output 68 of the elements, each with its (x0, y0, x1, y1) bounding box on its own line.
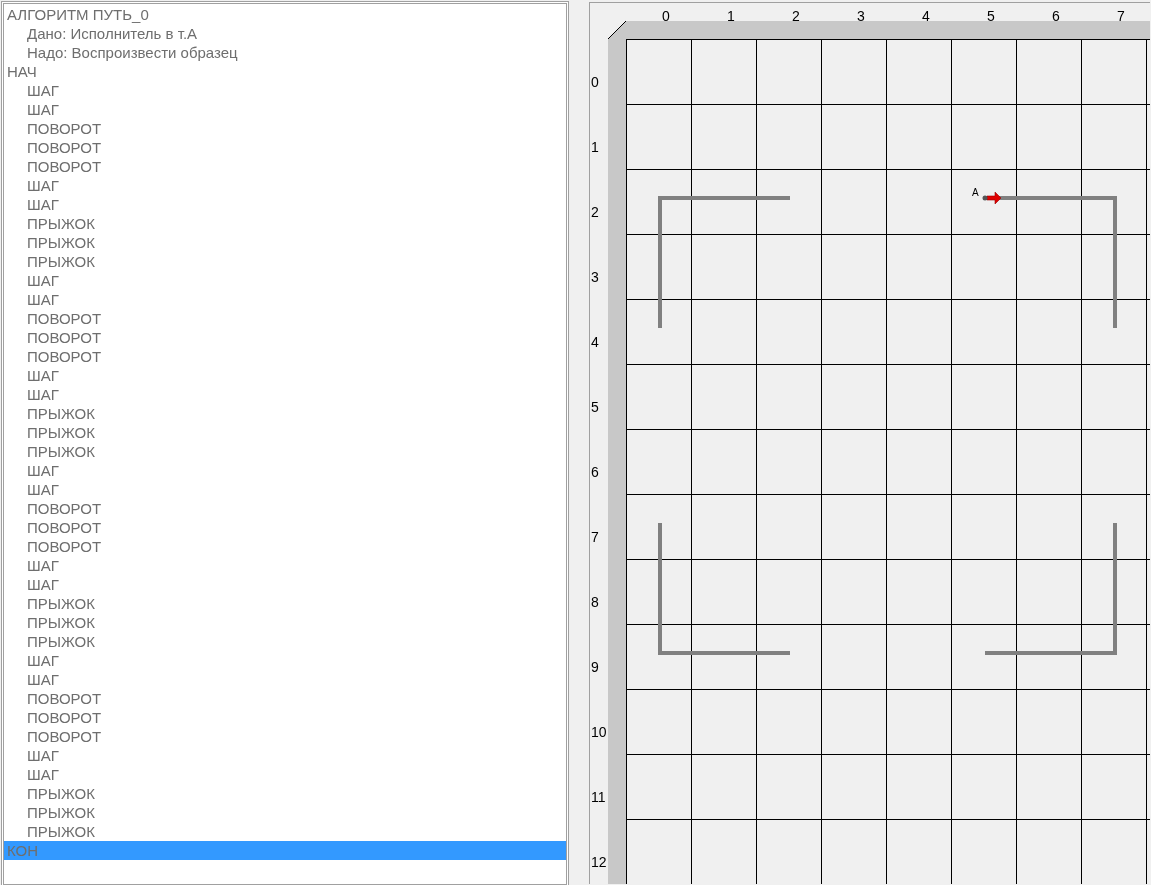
code-line[interactable]: ШАГ (4, 176, 566, 195)
row-number: 7 (591, 529, 599, 545)
code-line[interactable]: Надо: Воспроизвести образец (4, 43, 566, 62)
executor-dot (982, 195, 988, 201)
column-number: 3 (857, 8, 865, 24)
row-number: 2 (591, 204, 599, 220)
code-line[interactable]: ШАГ (4, 385, 566, 404)
code-line[interactable]: ШАГ (4, 81, 566, 100)
code-line[interactable]: ШАГ (4, 765, 566, 784)
code-line[interactable]: ПРЫЖОК (4, 442, 566, 461)
code-line[interactable]: ШАГ (4, 670, 566, 689)
code-line[interactable]: ПРЫЖОК (4, 632, 566, 651)
executor-label: А (972, 187, 979, 198)
code-line[interactable]: ПОВОРОТ (4, 537, 566, 556)
row-number: 10 (591, 724, 607, 740)
code-line[interactable]: ШАГ (4, 746, 566, 765)
code-line[interactable]: ПОВОРОТ (4, 708, 566, 727)
row-number: 8 (591, 594, 599, 610)
code-line[interactable]: ШАГ (4, 575, 566, 594)
arrow-icon (986, 191, 1002, 205)
code-line[interactable]: ПРЫЖОК (4, 233, 566, 252)
column-number: 4 (922, 8, 930, 24)
code-line[interactable]: ШАГ (4, 195, 566, 214)
row-number: 12 (591, 854, 607, 870)
code-line[interactable]: ШАГ (4, 461, 566, 480)
code-line[interactable]: ПОВОРОТ (4, 499, 566, 518)
row-number: 5 (591, 399, 599, 415)
code-line[interactable]: ШАГ (4, 290, 566, 309)
code-line[interactable]: НАЧ (4, 62, 566, 81)
code-line[interactable]: ПОВОРОТ (4, 347, 566, 366)
code-line[interactable]: ШАГ (4, 651, 566, 670)
code-line[interactable]: Дано: Исполнитель в т.А (4, 24, 566, 43)
row-number: 11 (591, 789, 606, 805)
column-number: 6 (1052, 8, 1060, 24)
code-line[interactable]: ПРЫЖОК (4, 423, 566, 442)
row-number: 4 (591, 334, 599, 350)
code-line[interactable]: ШАГ (4, 480, 566, 499)
code-line[interactable]: ПОВОРОТ (4, 157, 566, 176)
code-line[interactable]: ШАГ (4, 366, 566, 385)
code-line[interactable]: ПРЫЖОК (4, 822, 566, 841)
code-line[interactable]: ПОВОРОТ (4, 689, 566, 708)
code-line[interactable]: ПРЫЖОК (4, 784, 566, 803)
code-line[interactable]: ПОВОРОТ (4, 727, 566, 746)
code-line[interactable]: ПРЫЖОК (4, 404, 566, 423)
code-line[interactable]: ПРЫЖОК (4, 594, 566, 613)
code-line[interactable]: ПРЫЖОК (4, 252, 566, 271)
code-line[interactable]: ПОВОРОТ (4, 138, 566, 157)
code-line[interactable]: ПОВОРОТ (4, 518, 566, 537)
code-line[interactable]: ШАГ (4, 556, 566, 575)
code-line[interactable]: АЛГОРИТМ ПУТЬ_0 (4, 5, 566, 24)
row-number: 1 (591, 139, 599, 155)
row-number: 6 (591, 464, 599, 480)
code-line[interactable]: ПОВОРОТ (4, 309, 566, 328)
code-line[interactable]: ПРЫЖОК (4, 613, 566, 632)
code-line[interactable]: ПОВОРОТ (4, 119, 566, 138)
code-line[interactable]: ПРЫЖОК (4, 214, 566, 233)
code-line[interactable]: ШАГ (4, 271, 566, 290)
code-line[interactable]: ШАГ (4, 100, 566, 119)
row-number: 0 (591, 74, 599, 90)
row-number: 9 (591, 659, 599, 675)
column-number: 0 (662, 8, 670, 24)
code-line[interactable]: ПРЫЖОК (4, 803, 566, 822)
column-number: 7 (1117, 8, 1125, 24)
column-number: 1 (727, 8, 735, 24)
column-number: 5 (987, 8, 995, 24)
column-number: 2 (792, 8, 800, 24)
code-line[interactable]: ПОВОРОТ (4, 328, 566, 347)
row-number: 3 (591, 269, 599, 285)
